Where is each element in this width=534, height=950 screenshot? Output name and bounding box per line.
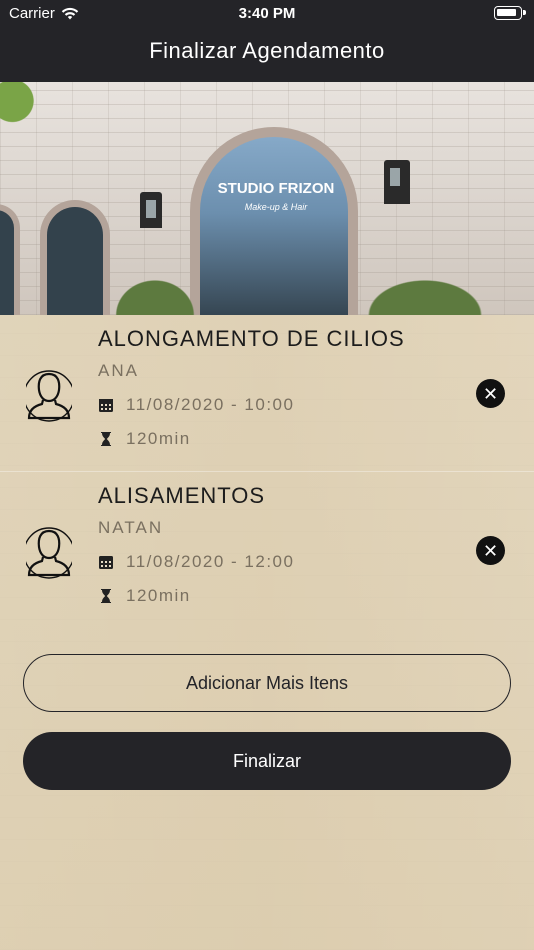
- professional-name: ANA: [98, 361, 139, 380]
- studio-sign-subtitle: Make-up & Hair: [244, 202, 308, 212]
- datetime-row: 11/08/2020 - 12:00: [98, 552, 294, 572]
- studio-sign: STUDIO FRIZON Make-up & Hair: [212, 180, 340, 220]
- status-bar: Carrier 3:40 PM: [0, 0, 534, 28]
- wall-lamp: [140, 192, 162, 228]
- calendar-icon: [99, 556, 113, 569]
- studio-photo: STUDIO FRIZON Make-up & Hair: [0, 82, 534, 315]
- top-bar: Carrier 3:40 PM Finalizar Agendamento: [0, 0, 534, 82]
- window-arch: [40, 200, 110, 315]
- calendar-icon: [99, 399, 113, 412]
- remove-item-button[interactable]: ✕: [476, 536, 505, 565]
- hourglass-icon: [101, 432, 111, 446]
- page-title: Finalizar Agendamento: [149, 38, 385, 63]
- status-time: 3:40 PM: [238, 5, 296, 22]
- studio-sign-title: STUDIO FRIZON: [217, 180, 335, 197]
- add-more-items-button[interactable]: Adicionar Mais Itens: [23, 654, 511, 712]
- close-icon: ✕: [482, 383, 499, 404]
- appointment-datetime: 11/08/2020 - 10:00: [126, 395, 295, 414]
- duration-row: 120min: [98, 429, 191, 449]
- professional-name: NATAN: [98, 518, 164, 537]
- wall-lamp: [384, 160, 410, 204]
- datetime-row: 11/08/2020 - 10:00: [98, 395, 294, 415]
- remove-item-button[interactable]: ✕: [476, 379, 505, 408]
- list-item: ALISAMENTOS NATAN 11/08/2020 - 12:00 120…: [0, 471, 534, 627]
- entrance-arch: [190, 127, 358, 315]
- list-item: ALONGAMENTO DE CILIOS ANA 11/08/2020 - 1…: [0, 315, 534, 471]
- duration-row: 120min: [98, 586, 191, 606]
- battery-icon: [494, 6, 526, 20]
- appointment-datetime: 11/08/2020 - 12:00: [126, 552, 295, 571]
- service-name: ALISAMENTOS: [98, 483, 266, 508]
- booking-summary: ALONGAMENTO DE CILIOS ANA 11/08/2020 - 1…: [0, 315, 534, 950]
- appointment-duration: 120min: [126, 586, 191, 605]
- person-outline-icon: [26, 370, 72, 422]
- bush-decoration: [360, 275, 490, 315]
- foliage-decoration: [0, 82, 40, 132]
- hourglass-icon: [101, 589, 111, 603]
- service-name: ALONGAMENTO DE CILIOS: [98, 326, 405, 351]
- finish-button[interactable]: Finalizar: [23, 732, 511, 790]
- person-outline-icon: [26, 527, 72, 579]
- close-icon: ✕: [482, 540, 499, 561]
- window-arch: [0, 204, 20, 315]
- appointment-duration: 120min: [126, 429, 191, 448]
- bush-decoration: [110, 275, 200, 315]
